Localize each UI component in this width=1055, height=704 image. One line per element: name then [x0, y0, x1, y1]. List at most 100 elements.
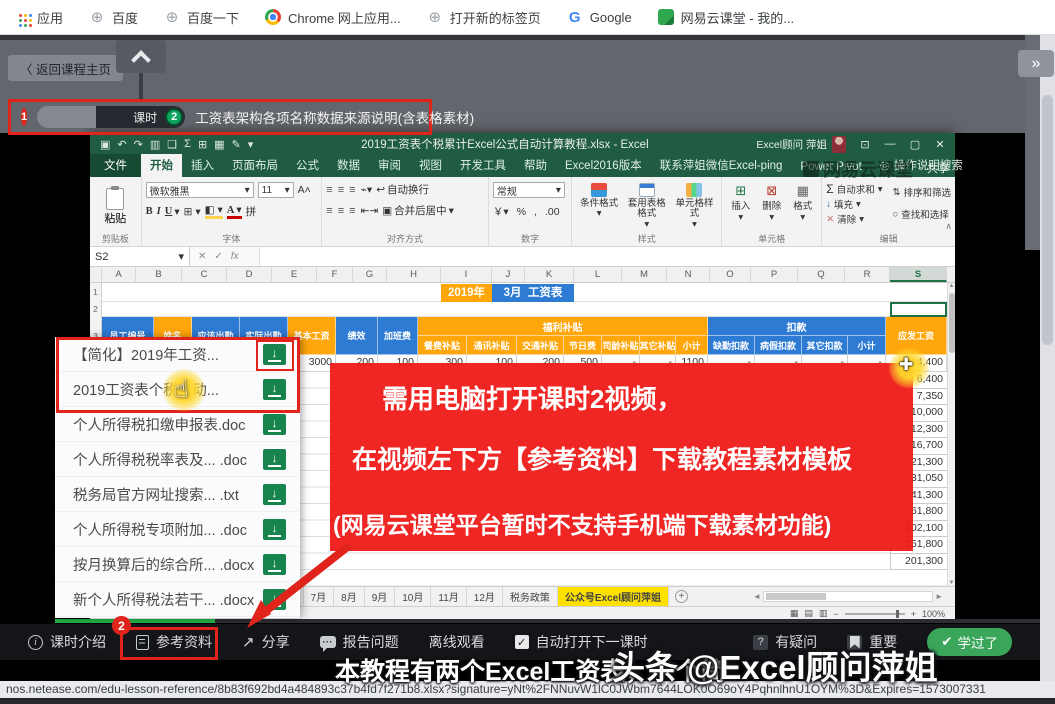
close-icon[interactable]: ✕	[929, 138, 951, 151]
column-header-K[interactable]: K	[525, 267, 574, 282]
share-button[interactable]: ↗分享	[242, 632, 290, 652]
header-通讯补贴[interactable]: 通讯补贴	[467, 336, 517, 355]
save-icon[interactable]: ▣	[100, 138, 110, 151]
paste-button[interactable]: 粘贴	[94, 180, 137, 234]
fill-color-icon[interactable]: ◧ ▾	[205, 204, 223, 219]
zoom-out-icon[interactable]: −	[833, 609, 838, 619]
font-name-select[interactable]: 微软雅黑▾	[146, 182, 254, 198]
bookmark-item[interactable]: 应用	[14, 8, 63, 27]
header-节日费[interactable]: 节日费	[564, 336, 602, 355]
column-header-L[interactable]: L	[574, 267, 622, 282]
column-header-Q[interactable]: Q	[798, 267, 845, 282]
selected-cell-s2[interactable]	[890, 302, 947, 317]
column-header-M[interactable]: M	[622, 267, 667, 282]
column-header-S[interactable]: S	[890, 267, 947, 282]
align-top-icon[interactable]: ≡ ≡ ≡	[326, 184, 356, 196]
lesson-toggle[interactable]: 课时 2	[37, 106, 185, 128]
header-band-福利补贴[interactable]: 福利补贴	[418, 317, 708, 336]
bookmark-item[interactable]: ⊕打开新的标签页	[427, 8, 541, 27]
column-header-C[interactable]: C	[182, 267, 227, 282]
expand-panel-button[interactable]: »	[1018, 50, 1054, 77]
download-icon[interactable]: ↓	[263, 519, 286, 540]
sheet-tab-10月[interactable]: 10月	[395, 587, 431, 606]
header-小计[interactable]: 小计	[676, 336, 708, 355]
phonetic-icon[interactable]: 拼	[246, 204, 257, 219]
horizontal-scrollbar-thumb[interactable]	[766, 593, 826, 600]
decimal-icon[interactable]: .00	[545, 206, 560, 218]
autosum-icon[interactable]: Σ	[184, 138, 191, 150]
ribbon-tab-8[interactable]: 开发工具	[451, 154, 515, 177]
column-header-J[interactable]: J	[492, 267, 525, 282]
new-doc-icon[interactable]: ❏	[167, 138, 177, 151]
grid-corner[interactable]	[90, 267, 102, 282]
format-cells-button[interactable]: ▦格式▾	[788, 183, 817, 223]
tell-me-search-tab[interactable]: ◎操作说明搜索	[871, 154, 972, 177]
column-header-A[interactable]: A	[102, 267, 136, 282]
column-header-G[interactable]: G	[353, 267, 387, 282]
cancel-icon[interactable]: ✕	[198, 251, 206, 262]
learned-button[interactable]: ✔学过了	[927, 628, 1012, 656]
name-box[interactable]: S2▾	[90, 247, 190, 266]
column-header-F[interactable]: F	[317, 267, 353, 282]
comma-icon[interactable]: ,	[534, 206, 537, 218]
table-icon[interactable]: ▦	[214, 138, 224, 151]
wrap-text-button[interactable]: ↩ 自动换行	[376, 182, 429, 197]
file-list-item[interactable]: 【简化】2019年工资...↓	[55, 337, 300, 372]
header-绩效[interactable]: 绩效	[336, 317, 378, 355]
grow-font-icon[interactable]: A˄	[298, 184, 311, 196]
download-icon[interactable]: ↓	[263, 379, 286, 400]
header-交通补贴[interactable]: 交通补贴	[517, 336, 564, 355]
ribbon-tab-5[interactable]: 数据	[328, 154, 369, 177]
undo-icon[interactable]: ↶	[117, 138, 126, 151]
percent-icon[interactable]: %	[517, 206, 526, 218]
ribbon-display-options-icon[interactable]: ⊡	[854, 138, 876, 151]
video-progress-track[interactable]	[215, 619, 1040, 623]
avatar[interactable]	[832, 136, 846, 153]
page-break-view-icon[interactable]: ▥	[819, 608, 828, 619]
file-list-item[interactable]: 按月换算后的综合所... .docx↓	[55, 547, 300, 582]
header-band-扣款[interactable]: 扣款	[708, 317, 886, 336]
ribbon-tab-10[interactable]: Excel2016版本	[556, 154, 651, 177]
file-list-item[interactable]: 新个人所得税法若干... .docx↓	[55, 582, 300, 617]
bookmark-item[interactable]: GGoogle	[567, 9, 632, 25]
header-司龄补贴[interactable]: 司龄补贴	[602, 336, 640, 355]
ribbon-tab-6[interactable]: 审阅	[369, 154, 410, 177]
normal-view-icon[interactable]: ▦	[790, 608, 799, 619]
title-cell-month-sheet[interactable]: 3月 工资表	[492, 284, 574, 302]
video-player[interactable]: » 〈 返回课程主页 1 课时 2 工资表架构各项名称数据来源说明(含表格素材)…	[0, 35, 1055, 704]
bookmark-item[interactable]: ⊕百度一下	[164, 8, 239, 27]
font-size-select[interactable]: 11▾	[258, 182, 294, 198]
zoom-slider-thumb[interactable]	[896, 610, 899, 618]
column-header-N[interactable]: N	[667, 267, 710, 282]
column-header-R[interactable]: R	[845, 267, 890, 282]
title-cell-year[interactable]: 2019年	[441, 284, 492, 302]
scroll-right-icon[interactable]: ►	[935, 592, 943, 601]
sort-filter-button[interactable]: ⇅排序和筛选	[893, 185, 951, 199]
minimize-icon[interactable]: —	[879, 138, 901, 151]
align-left-center-right-icon[interactable]: ≡ ≡ ≡	[326, 205, 356, 217]
column-header-H[interactable]: H	[387, 267, 441, 282]
ribbon-tab-4[interactable]: 公式	[287, 154, 328, 177]
merge-center-button[interactable]: ▣ 合并后居中 ▾	[382, 203, 454, 218]
ribbon-tab-11[interactable]: 联系萍姐微信Excel-ping	[651, 154, 792, 177]
cell-styles-button[interactable]: 单元格样式▾	[672, 183, 718, 230]
file-list-item[interactable]: 个人所得税扣缴申报表.doc↓	[55, 407, 300, 442]
bold-icon[interactable]: B	[146, 206, 153, 217]
fill-button[interactable]: ↓填充 ▾	[826, 197, 882, 211]
header-其它补贴[interactable]: 其它补贴	[640, 336, 676, 355]
page-layout-view-icon[interactable]: ▤	[804, 608, 813, 619]
share-button[interactable]: 共享	[927, 160, 949, 176]
number-format-select[interactable]: 常规▾	[493, 182, 565, 198]
autosum-button[interactable]: Σ自动求和 ▾	[826, 182, 882, 196]
scroll-left-icon[interactable]: ◄	[753, 592, 761, 601]
column-header-I[interactable]: I	[441, 267, 492, 282]
file-list-item[interactable]: 个人所得税税率表及... .doc↓	[55, 442, 300, 477]
zoom-slider[interactable]	[845, 613, 905, 615]
italic-icon[interactable]: I	[157, 206, 161, 217]
file-list-item[interactable]: 税务局官方网址搜索... .txt↓	[55, 477, 300, 512]
orientation-icon[interactable]: ⌁▾	[361, 184, 373, 196]
zoom-level[interactable]: 100%	[922, 609, 945, 619]
sheet-tab-税务政策[interactable]: 税务政策	[503, 587, 558, 606]
horizontal-scrollbar[interactable]: ◄►	[753, 590, 943, 603]
enter-icon[interactable]: ✓	[214, 251, 222, 262]
